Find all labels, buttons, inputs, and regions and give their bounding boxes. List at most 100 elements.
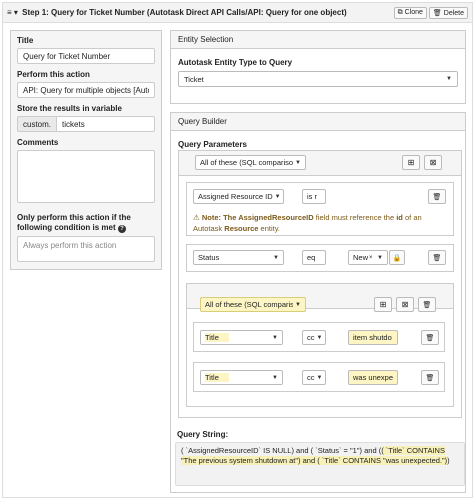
add-rule-button[interactable]: ⊞ [402, 155, 420, 170]
store-prefix: custom. [17, 116, 57, 132]
rule1-operator-select[interactable]: is r [302, 189, 326, 204]
rule3-operator-select[interactable]: cc ▼ [302, 330, 326, 345]
chevron-down-icon: ▼ [272, 334, 278, 341]
delete-rule-button[interactable]: 🗑 [428, 250, 446, 265]
rule2-field-value: Status [198, 253, 220, 262]
rule3-field-select[interactable]: Title ▼ [200, 330, 283, 345]
rule2-field-select[interactable]: Status ▼ [193, 250, 284, 265]
condition-label-text: Only perform this action if the followin… [17, 213, 131, 232]
rule1-note: ⚠ Note: The AssignedResourceID field mus… [193, 212, 448, 234]
note-suffix: entity. [258, 224, 281, 233]
rule1-field-value: Assigned Resource ID [198, 192, 273, 201]
delete-rule-button[interactable]: 🗑 [428, 189, 446, 204]
comments-textarea[interactable] [17, 150, 155, 203]
rule2-operator-select[interactable]: eq [302, 250, 326, 265]
rule2-value: New [353, 253, 369, 262]
rule4-field-value: Title [205, 373, 229, 382]
lock-icon: 🔒 [392, 254, 402, 262]
rule1-field-select[interactable]: Assigned Resource ID ▼ [193, 189, 284, 204]
store-variable-input[interactable]: tickets [56, 116, 155, 132]
condition-placeholder: Always perform this action [23, 241, 117, 250]
chevron-down-icon: ▼ [273, 254, 279, 261]
rule4-value-input[interactable]: was unexpe [348, 370, 398, 385]
condition-input[interactable]: Always perform this action [17, 236, 155, 262]
add-rule-icon: ⊞ [407, 158, 415, 167]
store-label: Store the results in variable [17, 104, 122, 113]
chevron-down-icon: ▼ [272, 374, 278, 381]
rule1-operator-value: is r [307, 192, 317, 201]
rule3-value: item shutdo [353, 333, 392, 342]
chevron-down-icon: ▼ [446, 76, 452, 82]
trash-icon: 🗑 [432, 9, 442, 17]
query-string-part3: ) [447, 456, 450, 465]
entity-selection-heading: Entity Selection [171, 31, 465, 49]
note-mid: field must reference the [313, 213, 397, 222]
delete-label: Delete [443, 9, 464, 17]
nested-group-mode-value: All of these (SQL comparison 'a [205, 300, 293, 309]
chevron-down-icon: ▼ [295, 159, 301, 166]
add-rule-icon: ⊞ [379, 300, 387, 309]
lock-button[interactable]: 🔒 [389, 250, 405, 265]
store-variable-group: custom. tickets [17, 116, 155, 132]
trash-icon: 🗑 [432, 254, 442, 262]
note-field: AssignedResourceID [238, 213, 314, 222]
action-select-value: API: Query for multiple objects [Autotas… [23, 85, 149, 95]
entity-selection-panel: Entity Selection Autotask Entity Type to… [170, 30, 466, 104]
group-mode-value: All of these (SQL comparison 'and') [200, 158, 294, 167]
action-select[interactable]: API: Query for multiple objects [Autotas… [17, 82, 155, 98]
rule3-value-input[interactable]: item shutdo [348, 330, 398, 345]
note-entity: Resource [224, 224, 259, 233]
rule4-value: was unexpe [353, 373, 394, 382]
delete-group-button[interactable]: 🗑 [418, 297, 436, 312]
chevron-down-icon: ▼ [274, 193, 281, 200]
action-settings-panel: Title Query for Ticket Number Perform th… [10, 30, 162, 270]
query-builder-heading: Query Builder [171, 113, 465, 131]
delete-rule-button[interactable]: 🗑 [421, 330, 439, 345]
rule4-operator-value: cc [307, 373, 315, 382]
query-string-part1: ( `AssignedResourceID` IS NULL) and ( `S… [181, 446, 382, 455]
copy-icon: ⧉ [397, 8, 403, 16]
condition-label: Only perform this action if the followin… [17, 213, 155, 233]
step-title-text: Step 1: Query for Ticket Number (Autotas… [22, 8, 347, 17]
query-params-label: Query Parameters [178, 140, 247, 149]
entity-type-select[interactable]: Ticket ▼ [178, 71, 458, 87]
add-group-button[interactable]: ⊠ [396, 297, 414, 312]
rule4-operator-select[interactable]: cc ▼ [302, 370, 326, 385]
trash-icon: 🗑 [425, 334, 435, 342]
query-string-box: ( `AssignedResourceID` IS NULL) and ( `S… [175, 442, 465, 486]
add-group-icon: ⊠ [401, 300, 409, 309]
delete-rule-button[interactable]: 🗑 [421, 370, 439, 385]
note-id: id [396, 213, 403, 222]
clone-button[interactable]: ⧉ Clone [393, 6, 427, 19]
trash-icon: 🗑 [422, 301, 432, 309]
chevron-down-icon: ▼ [316, 334, 323, 341]
add-group-icon: ⊠ [429, 158, 437, 167]
rule2-operator-value: eq [307, 253, 316, 262]
clone-label: Clone [404, 8, 423, 16]
add-rule-button[interactable]: ⊞ [374, 297, 392, 312]
rule3-field-value: Title [205, 333, 229, 342]
clear-icon[interactable]: × [369, 255, 373, 261]
chevron-down-icon: ▼ [295, 301, 301, 308]
title-label: Title [17, 36, 34, 45]
trash-icon: 🗑 [425, 374, 435, 382]
help-icon[interactable]: ? [117, 225, 126, 233]
rule3-operator-value: cc [307, 333, 315, 342]
menu-icon[interactable]: ≡ ▾ [7, 8, 18, 17]
group-mode-select[interactable]: All of these (SQL comparison 'and') ▼ [195, 155, 306, 170]
title-input[interactable]: Query for Ticket Number [17, 48, 155, 64]
note-prefix: Note: The [201, 213, 239, 222]
comments-label: Comments [17, 138, 59, 147]
rule2-value-select[interactable]: New × ▼ [348, 250, 388, 265]
query-string-label: Query String: [177, 430, 229, 439]
step-title[interactable]: ≡ ▾ Step 1: Query for Ticket Number (Aut… [7, 8, 392, 17]
warning-icon: ⚠ [193, 213, 200, 222]
delete-button[interactable]: 🗑 Delete [428, 6, 468, 19]
trash-icon: 🗑 [432, 193, 442, 201]
chevron-down-icon: ▼ [316, 374, 323, 381]
nested-group-mode-select[interactable]: All of these (SQL comparison 'a ▼ [200, 297, 306, 312]
rule4-field-select[interactable]: Title ▼ [200, 370, 283, 385]
add-group-button[interactable]: ⊠ [424, 155, 442, 170]
entity-type-value: Ticket [184, 74, 204, 84]
action-label: Perform this action [17, 70, 90, 79]
